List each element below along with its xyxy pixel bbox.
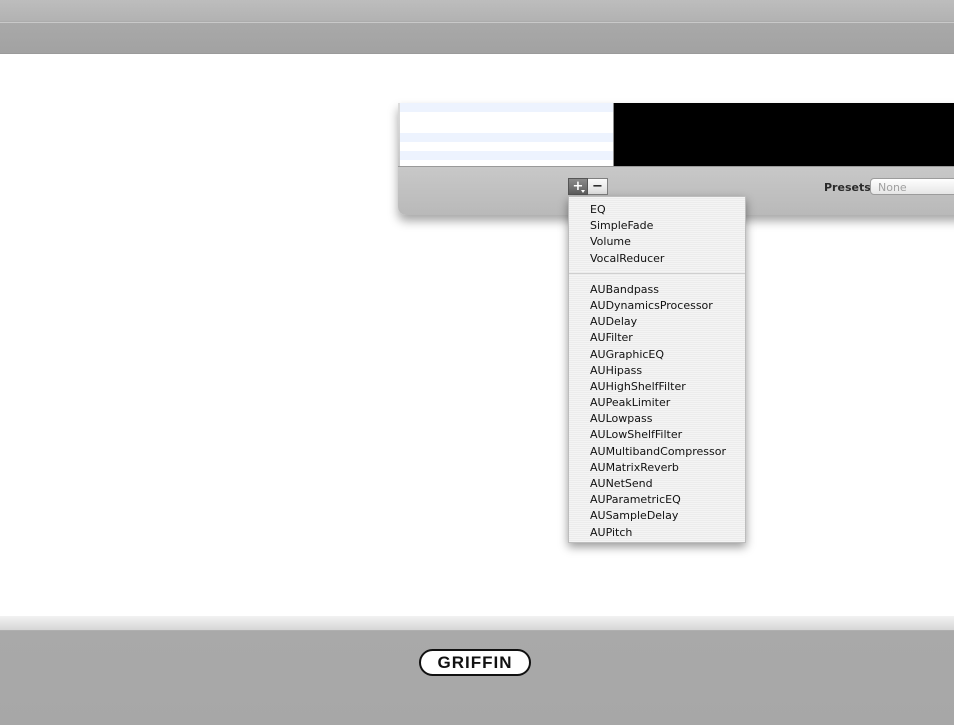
header-divider [0,22,954,23]
menu-item[interactable]: AUMatrixReverb [569,460,745,476]
menu-item[interactable]: AUBandpass [569,282,745,298]
menu-group-audio-units: AUBandpass AUDynamicsProcessor AUDelay AUFi… [569,282,745,541]
menu-item[interactable]: AUParametricEQ [569,492,745,508]
add-remove-buttons: + − [568,178,608,195]
panel-divider [398,166,954,167]
menu-item[interactable]: AUHighShelfFilter [569,379,745,395]
list-row-stripe [400,133,613,142]
list-row-stripe [400,151,613,160]
menu-item[interactable]: AUSampleDelay [569,508,745,524]
remove-icon: − [592,179,603,194]
menu-item[interactable]: EQ [569,202,745,218]
remove-effect-button[interactable]: − [588,178,608,195]
menu-item[interactable]: AUHipass [569,363,745,379]
presets-select[interactable]: None [870,178,954,195]
menu-item[interactable]: AUPeakLimiter [569,395,745,411]
menu-item[interactable]: AUFilter [569,330,745,346]
effects-list[interactable] [400,103,614,166]
menu-item[interactable]: AUNetSend [569,476,745,492]
menu-item[interactable]: Volume [569,234,745,250]
griffin-logo: GRIFFIN [419,649,531,676]
dropdown-caret-icon [581,190,585,193]
list-row-stripe [400,103,613,112]
menu-group-builtin: EQ SimpleFade Volume VocalReducer [569,202,745,267]
menu-item[interactable]: AUDynamicsProcessor [569,298,745,314]
menu-item[interactable]: AUGraphicEQ [569,347,745,363]
presets-label: Presets: [824,181,876,194]
menu-item[interactable]: AUMultibandCompressor [569,444,745,460]
footer-top-edge [0,616,954,630]
menu-item[interactable]: AUDelay [569,314,745,330]
menu-item[interactable]: AUPitch [569,525,745,541]
menu-item[interactable]: VocalReducer [569,251,745,267]
top-header-bar [0,0,954,54]
menu-item[interactable]: AULowShelfFilter [569,427,745,443]
add-effect-button[interactable]: + [568,178,588,195]
menu-item[interactable]: AULowpass [569,411,745,427]
menu-item[interactable]: SimpleFade [569,218,745,234]
effect-display-area [614,103,954,166]
menu-separator [569,272,745,274]
add-effect-menu: EQ SimpleFade Volume VocalReducer AUBandpas… [568,196,746,543]
